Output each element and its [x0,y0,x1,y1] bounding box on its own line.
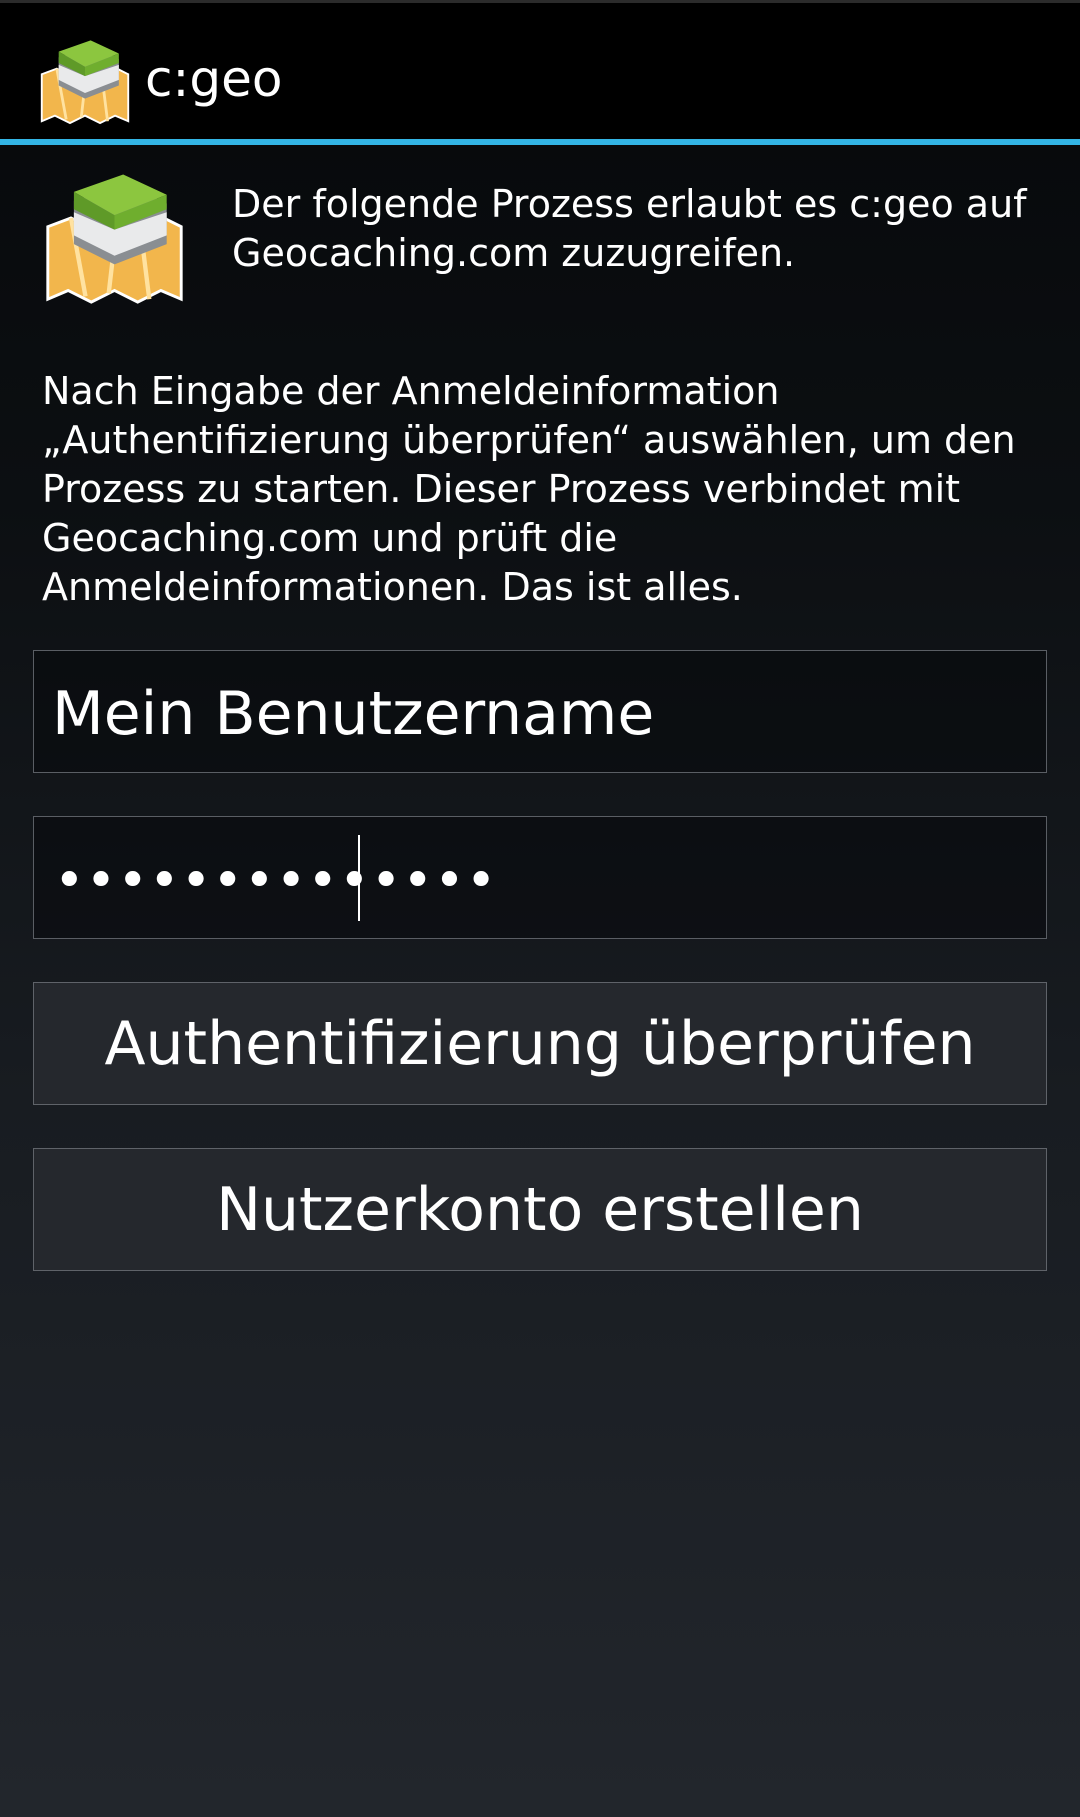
action-bar-divider [0,139,1080,145]
intro-text: Der folgende Prozess erlaubt es c:geo au… [232,182,1027,275]
text-cursor [358,835,360,921]
cgeo-logo-icon [46,174,183,304]
username-value: Mein Benutzername [52,679,655,749]
password-value: •••••••••••••• [54,851,498,911]
instructions-text: Nach Eingabe der Anmeldeinformation „Aut… [42,369,1016,609]
action-bar: c:geo [0,0,1080,145]
create-account-button[interactable]: Nutzerkonto erstellen [33,1148,1047,1271]
username-input[interactable]: Mein Benutzername [33,650,1047,773]
app-title: c:geo [145,50,283,108]
password-input[interactable]: •••••••••••••• [33,816,1047,939]
check-authentication-button[interactable]: Authentifizierung überprüfen [33,982,1047,1105]
cgeo-logo-icon[interactable] [38,31,132,125]
